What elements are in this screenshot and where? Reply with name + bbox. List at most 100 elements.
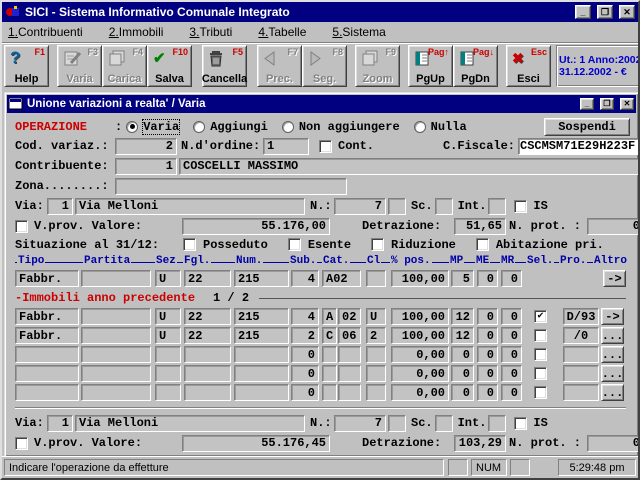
sel-checkbox[interactable] — [534, 329, 547, 342]
detrazione-field[interactable]: 103,29 — [454, 435, 506, 452]
vprov-checkbox[interactable] — [15, 220, 28, 233]
cell-pro[interactable] — [563, 346, 599, 363]
altro-button[interactable]: -> — [603, 270, 626, 287]
help-button[interactable]: ?F1Help — [4, 45, 49, 87]
cell-cat-number[interactable] — [338, 384, 361, 401]
cell-tipo[interactable]: Fabbr. — [15, 327, 79, 344]
cell-sub[interactable]: 0 — [291, 365, 319, 382]
radio-varia[interactable] — [126, 121, 138, 133]
cell-pro[interactable]: /0 — [563, 327, 599, 344]
sel-checkbox[interactable] — [534, 348, 547, 361]
cell-tipo[interactable]: Fabbr. — [15, 308, 79, 325]
cell-partita[interactable] — [81, 270, 151, 287]
restore-button[interactable]: ❐ — [597, 5, 613, 19]
is-checkbox[interactable] — [514, 200, 527, 213]
altro-button[interactable]: -> — [601, 308, 624, 325]
cell-cat-number[interactable]: 06 — [338, 327, 361, 344]
riduzione-checkbox[interactable] — [371, 238, 384, 251]
cell-pos[interactable]: 100,00 — [391, 308, 449, 325]
posseduto-checkbox[interactable] — [183, 238, 196, 251]
cell-num[interactable]: 215 — [234, 308, 289, 325]
cell-tipo[interactable]: Fabbr. — [15, 270, 79, 287]
cell-num[interactable]: 215 — [234, 270, 289, 287]
cell-cat-letter[interactable]: A — [322, 308, 337, 325]
cell-me[interactable]: 0 — [477, 270, 498, 287]
minimize-button[interactable]: _ — [575, 5, 591, 19]
is-checkbox[interactable] — [514, 417, 527, 430]
cell-num[interactable] — [234, 365, 289, 382]
abitazione-checkbox[interactable] — [476, 238, 489, 251]
radio-varia-label[interactable]: Varia — [143, 120, 179, 134]
radio-nulla[interactable] — [414, 121, 426, 133]
cell-cat-letter[interactable] — [322, 384, 337, 401]
cfiscale-field[interactable]: CSCMSM71E29H223F — [518, 138, 638, 155]
cell-mp[interactable]: 0 — [451, 365, 474, 382]
dialog-maximize-button[interactable]: ❐ — [600, 98, 614, 110]
cell-sub[interactable]: 4 — [291, 270, 319, 287]
n-ordine-field[interactable]: 1 — [263, 138, 309, 155]
cancella-button[interactable]: F5Cancella — [202, 45, 247, 87]
cell-cat-letter[interactable] — [322, 365, 337, 382]
cell-pos[interactable]: 100,00 — [391, 270, 449, 287]
cell-sub[interactable]: 0 — [291, 346, 319, 363]
menu-item-contribuenti[interactable]: 1.Contribuenti — [8, 25, 83, 39]
int-field[interactable] — [488, 415, 506, 432]
cell-cat[interactable]: A02 — [322, 270, 361, 287]
cont-checkbox[interactable] — [319, 140, 332, 153]
int-field[interactable] — [488, 198, 506, 215]
cell-fgl[interactable]: 22 — [184, 308, 231, 325]
cell-me[interactable]: 0 — [477, 346, 498, 363]
via-code-field[interactable]: 1 — [47, 415, 73, 432]
cell-cl[interactable]: U — [366, 308, 386, 325]
zona-field[interactable] — [115, 178, 347, 195]
via-code-field[interactable]: 1 — [47, 198, 73, 215]
esci-button[interactable]: ✖EscEsci — [506, 45, 551, 87]
cell-me[interactable]: 0 — [477, 365, 498, 382]
cell-mp[interactable]: 0 — [451, 384, 474, 401]
cell-pro[interactable]: D/93 — [563, 308, 599, 325]
cell-fgl[interactable] — [184, 365, 231, 382]
cell-fgl[interactable] — [184, 384, 231, 401]
nprot-field[interactable]: 0 — [587, 218, 638, 235]
cell-mp[interactable]: 5 — [451, 270, 474, 287]
sospendi-button[interactable]: Sospendi — [544, 118, 630, 136]
cell-cat-letter[interactable] — [322, 346, 337, 363]
cell-sez[interactable]: U — [155, 270, 181, 287]
cell-partita[interactable] — [81, 365, 151, 382]
radio-non-aggiungere[interactable] — [282, 121, 294, 133]
cell-mr[interactable]: 0 — [501, 384, 522, 401]
via-name-field[interactable]: Via Melloni — [75, 415, 305, 432]
cell-fgl[interactable] — [184, 346, 231, 363]
sel-checkbox[interactable] — [534, 367, 547, 380]
cell-mp[interactable]: 12 — [451, 308, 474, 325]
esente-checkbox[interactable] — [288, 238, 301, 251]
cell-pos[interactable]: 100,00 — [391, 327, 449, 344]
close-button[interactable]: ✕ — [619, 5, 635, 19]
cell-pos[interactable]: 0,00 — [391, 365, 449, 382]
cell-mr[interactable]: 0 — [501, 270, 522, 287]
menu-item-sistema[interactable]: 5.Sistema — [332, 25, 385, 39]
contribuente-name-field[interactable]: COSCELLI MASSIMO — [179, 158, 638, 175]
n-field[interactable]: 7 — [334, 415, 386, 432]
cell-pro[interactable] — [563, 384, 599, 401]
radio-aggiungi[interactable] — [193, 121, 205, 133]
cell-mr[interactable]: 0 — [501, 327, 522, 344]
sel-checkbox[interactable] — [534, 386, 547, 399]
menu-item-tabelle[interactable]: 4.Tabelle — [258, 25, 306, 39]
pgdn-button[interactable]: Pag↓PgDn — [453, 45, 498, 87]
cell-mp[interactable]: 12 — [451, 327, 474, 344]
cell-mr[interactable]: 0 — [501, 346, 522, 363]
cell-pos[interactable]: 0,00 — [391, 346, 449, 363]
cell-num[interactable]: 215 — [234, 327, 289, 344]
cell-me[interactable]: 0 — [477, 384, 498, 401]
cell-tipo[interactable] — [15, 384, 79, 401]
cell-sub[interactable]: 2 — [291, 327, 319, 344]
cell-fgl[interactable]: 22 — [184, 270, 231, 287]
cell-me[interactable]: 0 — [477, 327, 498, 344]
altro-button[interactable]: ... — [601, 346, 624, 363]
cell-sub[interactable]: 0 — [291, 384, 319, 401]
cell-partita[interactable] — [81, 346, 151, 363]
dialog-close-button[interactable]: ✕ — [620, 98, 634, 110]
radio-non-aggiungere-label[interactable]: Non aggiungere — [299, 120, 400, 134]
cell-cl[interactable] — [366, 346, 386, 363]
